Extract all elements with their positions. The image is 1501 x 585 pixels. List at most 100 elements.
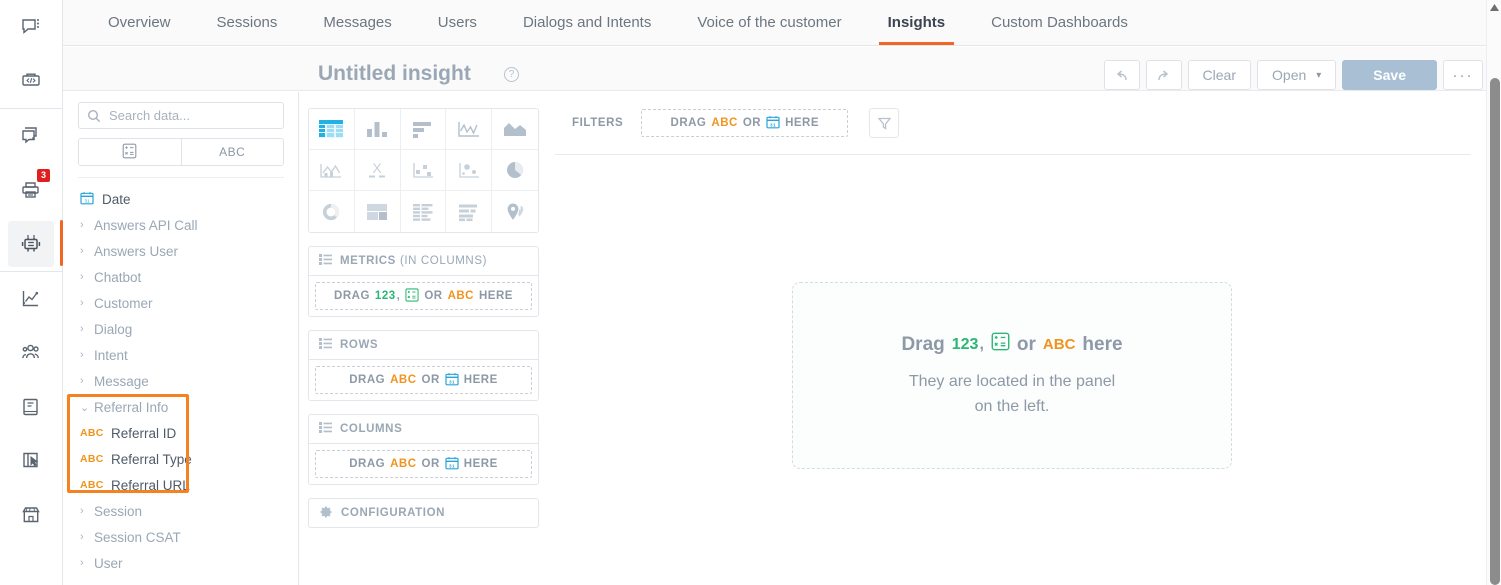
tree-group-user[interactable]: › User [78,550,284,576]
chevron-right-icon: › [80,375,84,387]
top-navigation: Overview Sessions Messages Users Dialogs… [63,0,1501,46]
columns-dropzone[interactable]: DRAG ABC OR 31 HERE [315,450,532,478]
shelf-rows-header[interactable]: ROWS [308,330,539,360]
conversations-icon[interactable] [8,113,54,159]
shelf-columns-title: COLUMNS [340,423,403,435]
tree-group-session[interactable]: › Session [78,498,284,524]
visualization-builder-panel: X METRICS (IN COLUMNS) DRAG 123 , OR ABC… [300,92,555,585]
donut-chart-icon[interactable] [309,191,355,232]
filter-funnel-icon[interactable] [869,108,900,138]
table-chart-icon[interactable] [309,109,355,150]
tab-insights[interactable]: Insights [865,0,969,45]
here-label: HERE [478,290,513,302]
audience-icon[interactable] [8,330,54,376]
search-input[interactable] [107,107,272,124]
knowledge-icon[interactable] [8,384,54,430]
shelf-metrics-subtitle: (IN COLUMNS) [399,255,488,267]
here-word: here [1082,333,1123,355]
filters-dropzone[interactable]: DRAG ABC OR 31 HERE [641,109,849,137]
treemap-chart-icon[interactable] [354,191,401,232]
insight-toolbar: Clear Open ▾ Save ··· [1103,60,1483,90]
redo-button[interactable] [1145,60,1182,90]
tree-group-label: Referral Info [94,399,169,415]
bar-chart-icon[interactable] [400,109,447,150]
abc-icon: ABC [80,479,104,491]
configuration-title: CONFIGURATION [341,507,446,519]
tree-field-referral-id[interactable]: ABC Referral ID [78,420,284,446]
open-dropdown-label: Open [1272,67,1307,83]
abc-icon: ABC [1042,336,1076,353]
measure-toggle[interactable] [79,139,181,165]
pie-chart-icon[interactable] [492,150,538,191]
tab-custom-dashboards[interactable]: Custom Dashboards [968,0,1151,45]
shelf-metrics-title: METRICS [340,255,396,267]
tree-field-referral-url[interactable]: ABC Referral URL [78,472,284,498]
open-dropdown[interactable]: Open ▾ [1257,60,1337,90]
more-options-button[interactable]: ··· [1443,60,1483,90]
tab-voice-of-the-customer[interactable]: Voice of the customer [674,0,864,45]
bot-icon[interactable] [8,220,63,267]
tree-group-message[interactable]: › Message [78,368,284,394]
chevron-right-icon: › [80,323,84,335]
empty-state-sub-line-2: on the left. [974,398,1050,415]
tree-group-chatbot[interactable]: › Chatbot [78,264,284,290]
help-icon[interactable]: ? [504,67,519,82]
tree-group-dialog[interactable]: › Dialog [78,316,284,342]
tree-group-answers-api-call[interactable]: › Answers API Call [78,212,284,238]
column-chart-icon[interactable] [354,109,401,150]
tree-group-referral-info[interactable]: ⌄ Referral Info [78,394,284,420]
tree-group-answers-user[interactable]: › Answers User [78,238,284,264]
tickets-icon[interactable]: 3 [8,167,54,213]
list-chart-icon[interactable] [446,191,493,232]
combo-chart-icon[interactable] [309,150,355,191]
tree-field-label: Referral ID [111,425,177,441]
shelf-metrics-header[interactable]: METRICS (IN COLUMNS) [308,246,539,276]
rail-group-mid: 3 [0,109,63,271]
undo-button[interactable] [1103,60,1140,90]
scroll-up-arrow-icon[interactable] [1489,2,1500,13]
tree-group-intent[interactable]: › Intent [78,342,284,368]
tab-dialogs-and-intents[interactable]: Dialogs and Intents [500,0,674,45]
tree-field-referral-type[interactable]: ABC Referral Type [78,446,284,472]
dimension-toggle[interactable]: ABC [180,139,283,165]
metrics-dropzone[interactable]: DRAG 123 , OR ABC HERE [315,282,532,310]
map-chart-icon[interactable] [492,191,538,232]
abc-icon: ABC [711,117,738,129]
search-box[interactable] [78,102,284,129]
forms-icon[interactable] [8,438,54,484]
gear-icon [319,505,333,522]
abc-icon: ABC [390,458,417,470]
page-scrollbar[interactable] [1486,0,1501,585]
tab-messages[interactable]: Messages [300,0,414,45]
pivot-table-icon[interactable] [400,191,447,232]
tree-group-label: Message [94,373,149,389]
tree-group-label: Answers API Call [94,217,198,233]
empty-state-dropzone[interactable]: Drag 123 , or ABC here They are located … [792,282,1232,469]
save-button[interactable]: Save [1342,60,1437,90]
shelf-columns: COLUMNS DRAG ABC OR 31 HERE [308,414,539,485]
tab-users[interactable]: Users [415,0,500,45]
rail-group-top [0,0,62,108]
shelf-columns-body: DRAG ABC OR 31 HERE [308,444,539,485]
scatter-x-chart-icon[interactable]: X [354,150,401,191]
shelf-columns-header[interactable]: COLUMNS [308,414,539,444]
line-chart-icon[interactable] [446,109,493,150]
configuration-header[interactable]: CONFIGURATION [308,498,539,528]
drag-label: DRAG [349,458,386,470]
rows-dropzone[interactable]: DRAG ABC OR 31 HERE [315,366,532,394]
tab-sessions[interactable]: Sessions [194,0,301,45]
tree-item-date[interactable]: 31 Date [78,186,284,212]
tab-overview[interactable]: Overview [85,0,194,45]
code-widget-icon[interactable] [8,58,54,104]
scatter-chart-icon[interactable] [446,150,493,191]
scrollbar-thumb[interactable] [1490,78,1500,585]
data-type-toggle: ABC [78,138,284,166]
bubble-chart-icon[interactable] [400,150,447,191]
chat-menu-icon[interactable] [8,4,54,50]
analytics-icon[interactable] [8,276,54,322]
area-chart-icon[interactable] [492,109,538,150]
storefront-icon[interactable] [8,492,54,538]
clear-button[interactable]: Clear [1187,60,1252,90]
tree-group-session-csat[interactable]: › Session CSAT [78,524,284,550]
tree-group-customer[interactable]: › Customer [78,290,284,316]
